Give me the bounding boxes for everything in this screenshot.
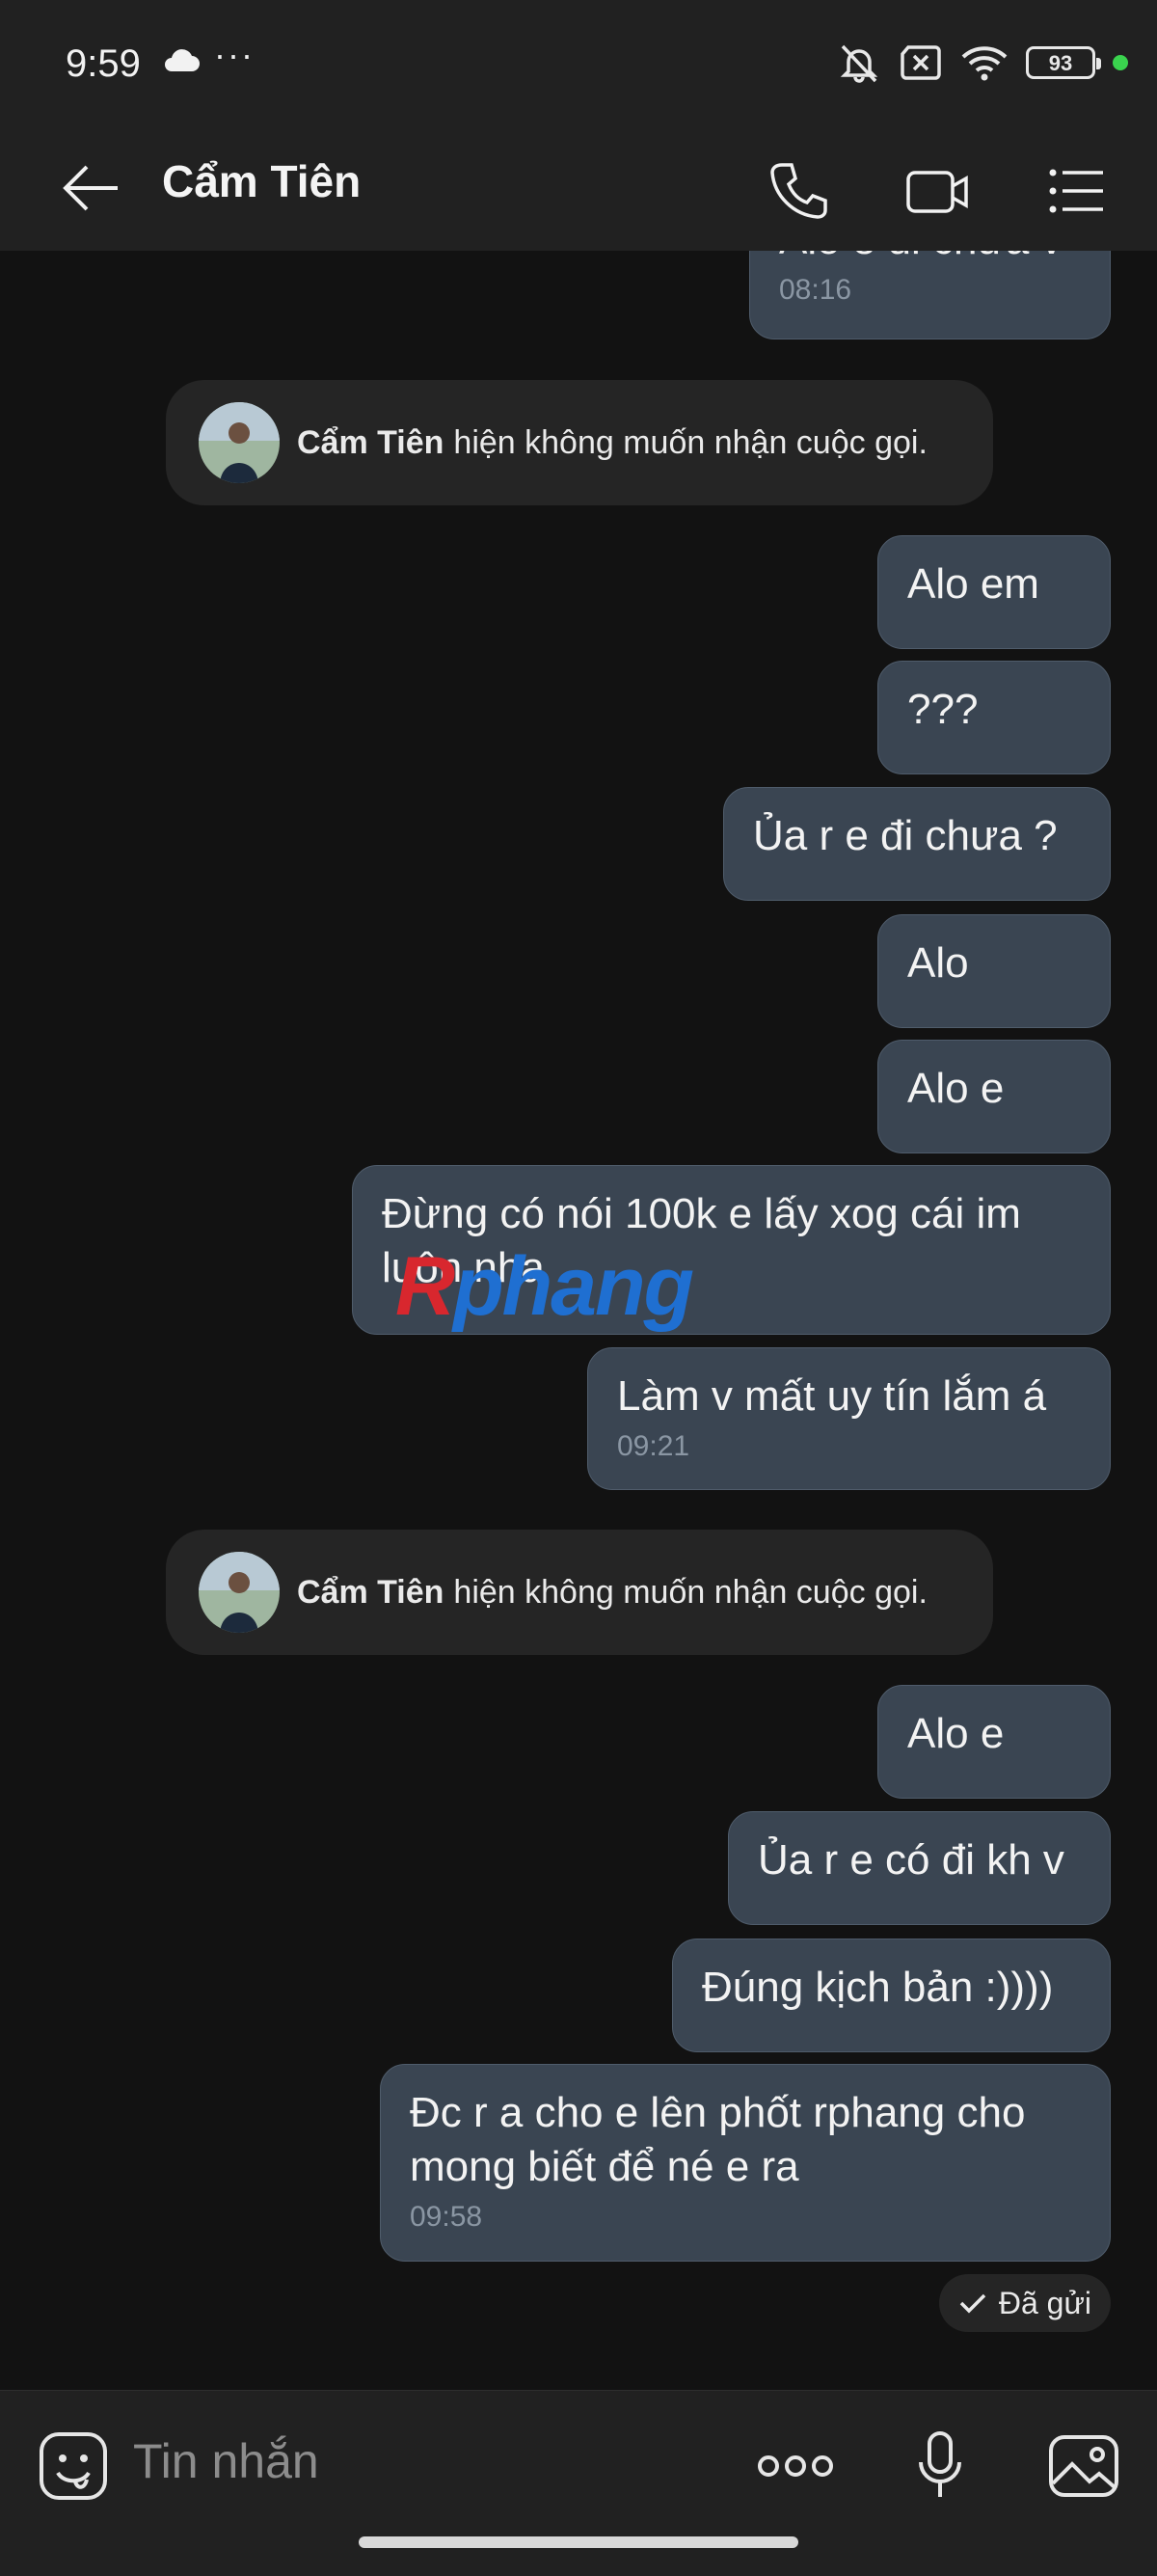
more-options-icon[interactable] — [757, 2449, 834, 2483]
avatar[interactable] — [199, 1552, 280, 1633]
phone-icon[interactable] — [765, 157, 832, 225]
microphone-icon[interactable] — [916, 2429, 964, 2503]
battery-level: 93 — [1048, 51, 1073, 75]
home-indicator[interactable] — [359, 2536, 798, 2548]
message-input[interactable]: Tin nhắn — [133, 2433, 319, 2489]
message-bubble[interactable]: Đc r a cho e lên phốt rphang cho mong bi… — [380, 2064, 1111, 2262]
message-text: Đừng có nói 100k e lấy xog cái im luôn n… — [382, 1190, 1021, 1291]
wifi-icon — [961, 46, 1008, 81]
message-bubble[interactable]: Đừng có nói 100k e lấy xog cái im luôn n… — [352, 1165, 1111, 1335]
message-time: 09:58 — [410, 2201, 483, 2233]
status-time: 9:59 — [66, 42, 141, 85]
cloud-icon — [165, 49, 200, 71]
avatar[interactable] — [199, 402, 280, 483]
message-text: Làm v mất uy tín lắm á — [617, 1372, 1047, 1420]
message-text: Alo e — [907, 1065, 1005, 1112]
call-declined-notice: Cẩm Tiên hiện không muốn nhận cuộc gọi. — [166, 1530, 993, 1655]
message-time: 09:21 — [617, 1430, 690, 1462]
call-declined-notice: Cẩm Tiên hiện không muốn nhận cuộc gọi. — [166, 380, 993, 505]
image-icon[interactable] — [1047, 2429, 1120, 2503]
message-bubble[interactable]: Đúng kịch bản :)))) — [672, 1939, 1111, 2052]
status-bar: 9:59 ··· 93 — [0, 0, 1157, 130]
message-text: Alo e đi chưa v — [779, 251, 1063, 263]
message-text: Ủa r e có đi kh v — [758, 1836, 1064, 1884]
mute-icon — [840, 44, 878, 83]
message-text: Ủa r e đi chưa ? — [753, 812, 1058, 859]
message-bubble[interactable]: Alo e đi chưa v 08:16 — [749, 251, 1111, 339]
chat-header: Cẩm Tiên — [0, 130, 1157, 251]
notice-name: Cẩm Tiên — [297, 423, 444, 461]
message-text: ??? — [907, 686, 979, 733]
message-input-bar: Tin nhắn — [0, 2390, 1157, 2576]
message-text: Đúng kịch bản :)))) — [702, 1964, 1054, 2011]
online-dot — [1113, 55, 1128, 70]
back-arrow-icon[interactable] — [60, 159, 127, 217]
message-bubble[interactable]: Ủa r e đi chưa ? — [723, 787, 1111, 901]
menu-list-icon[interactable] — [1043, 157, 1111, 225]
message-bubble[interactable]: Ủa r e có đi kh v — [728, 1811, 1111, 1925]
notice-text: hiện không muốn nhận cuộc gọi. — [453, 1573, 928, 1611]
video-call-icon[interactable] — [904, 157, 972, 225]
message-text: Đc r a cho e lên phốt rphang cho mong bi… — [410, 2089, 1026, 2190]
sent-status-text: Đã gửi — [998, 2285, 1091, 2320]
message-time: 08:16 — [779, 274, 852, 306]
message-text: Alo — [907, 939, 969, 987]
notice-name: Cẩm Tiên — [297, 1573, 444, 1611]
battery-icon: 93 — [1026, 46, 1101, 79]
page-title[interactable]: Cẩm Tiên — [162, 155, 361, 207]
sticker-icon[interactable] — [37, 2429, 110, 2503]
sent-status-badge: Đã gửi — [938, 2274, 1111, 2332]
message-text: Alo em — [907, 560, 1039, 608]
more-dots-icon: ··· — [214, 35, 255, 74]
message-bubble[interactable]: Alo e — [877, 1040, 1111, 1153]
no-sim-icon — [901, 45, 941, 80]
message-bubble[interactable]: ??? — [877, 661, 1111, 774]
message-bubble[interactable]: Alo e — [877, 1685, 1111, 1799]
message-bubble[interactable]: Làm v mất uy tín lắm á 09:21 — [587, 1347, 1111, 1490]
checkmark-icon — [959, 2293, 986, 2314]
message-text: Alo e — [907, 1710, 1005, 1757]
message-bubble[interactable]: Alo em — [877, 535, 1111, 649]
message-list[interactable]: Alo e đi chưa v 08:16 Cẩm Tiên hiện khôn… — [0, 251, 1157, 2390]
notice-text: hiện không muốn nhận cuộc gọi. — [453, 423, 928, 461]
message-bubble[interactable]: Alo — [877, 914, 1111, 1028]
